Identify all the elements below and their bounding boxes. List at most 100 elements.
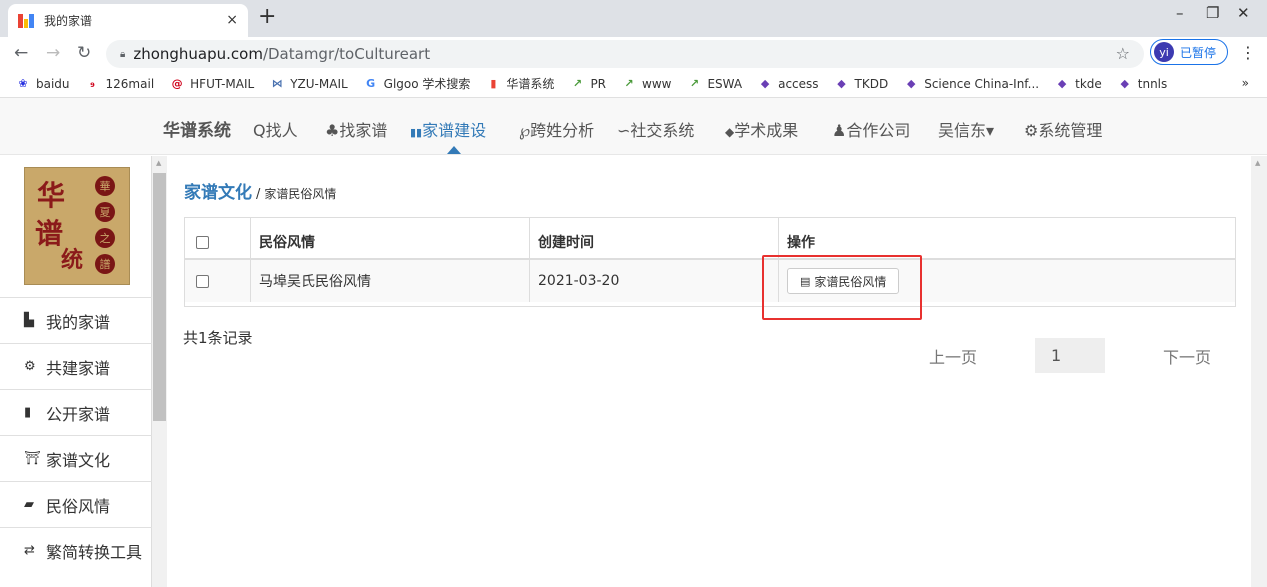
- glgoo-icon: G: [366, 77, 376, 90]
- paw-icon: ❀: [18, 77, 28, 90]
- nav-user-dropdown[interactable]: 吴信东▾: [938, 117, 994, 141]
- close-tab-icon[interactable]: ×: [226, 12, 238, 28]
- site-logo: 华 谱 统 華 夏 之 譜: [24, 167, 130, 285]
- nav-genealogy-build[interactable]: ▮▮家谱建设: [410, 117, 486, 141]
- bookmark-item[interactable]: ↗ www: [622, 77, 671, 91]
- bookmark-label: Science China-Inf...: [924, 76, 1040, 91]
- bookmark-label: tkde: [1075, 76, 1102, 91]
- menu-kebab-icon[interactable]: ⋮: [1240, 43, 1256, 62]
- book-icon: ▮: [24, 405, 32, 420]
- active-nav-indicator: [447, 146, 461, 154]
- bookmark-item[interactable]: ↗ PR: [570, 77, 606, 91]
- scroll-up-icon[interactable]: ▲: [156, 159, 161, 167]
- nav-academic[interactable]: ◆学术成果: [725, 117, 798, 141]
- row-select-cell: [185, 260, 251, 302]
- users-icon: ♟: [832, 121, 847, 140]
- address-bar-row: ← → ↻ 🔒︎ zhonghuapu.com /Datamgr/toCultu…: [0, 37, 1267, 70]
- browser-tab[interactable]: 我的家谱 ×: [8, 4, 248, 37]
- bookmark-item[interactable]: ⋈ YZU-MAIL: [270, 77, 348, 91]
- sidebar-item-public[interactable]: ▮ 公开家谱: [0, 389, 152, 435]
- sidebar-item-folk-custom[interactable]: ▰ 民俗风情: [0, 481, 152, 527]
- file-icon: ▙: [24, 313, 34, 328]
- search-icon: Q: [253, 121, 266, 140]
- institution-icon: ⛩: [24, 451, 41, 466]
- bookmarks-bar: ❀ baidu ₉ 126mail @ HFUT-MAIL ⋈ YZU-MAIL G Glgoo …: [0, 70, 1267, 98]
- scrollbar-thumb[interactable]: [153, 173, 166, 421]
- sidebar-item-convert-tool[interactable]: ⇄ 繁简转换工具: [0, 527, 152, 573]
- gears-icon: ⚙: [1024, 121, 1039, 140]
- sidebar-item-co-build[interactable]: ⚙ 共建家谱: [0, 343, 152, 389]
- graduation-icon: ◆: [725, 125, 735, 139]
- bookmark-item[interactable]: G Glgoo 学术搜索: [364, 75, 470, 92]
- bookmark-label: TKDD: [854, 76, 889, 91]
- profile-button[interactable]: yi 已暂停: [1150, 39, 1228, 65]
- nav-find-person[interactable]: Q找人: [253, 117, 298, 141]
- bookmark-star-icon[interactable]: ☆: [1116, 44, 1130, 63]
- column-header: 创建时间: [530, 218, 779, 258]
- nav-cross-surname[interactable]: ℘跨姓分析: [519, 117, 594, 141]
- custom-name-cell: 马埠吴氏民俗风情: [251, 260, 530, 302]
- table-header-row: 民俗风情 创建时间 操作: [185, 218, 1235, 260]
- new-tab-button[interactable]: +: [258, 4, 276, 29]
- sidebar: 华 谱 统 華 夏 之 譜 ▙ 我的家谱 ⚙ 共建家谱 ▮ 公开家谱 ⛩ 家谱文化 ▰ 民…: [0, 156, 152, 587]
- back-icon[interactable]: ←: [14, 43, 28, 63]
- bookmark-item[interactable]: ▮ 华谱系统: [486, 75, 554, 92]
- sidebar-scrollbar[interactable]: ▲: [152, 156, 167, 587]
- forward-icon[interactable]: →: [46, 43, 60, 63]
- bookmark-label: ESWA: [707, 76, 743, 91]
- prev-page-button[interactable]: 上一页: [929, 338, 977, 373]
- bookmark-item[interactable]: @ HFUT-MAIL: [170, 76, 255, 91]
- breadcrumb-section[interactable]: 家谱文化: [184, 183, 252, 203]
- caret-down-icon: ▾: [986, 121, 995, 140]
- table-row: 马埠吴氏民俗风情 2021-03-20 ▤ 家谱民俗风情: [185, 260, 1235, 302]
- nav-system-admin[interactable]: ⚙系统管理: [1024, 117, 1102, 141]
- nav-social[interactable]: ∽社交系统: [617, 117, 694, 141]
- link-icon: ∽: [617, 121, 631, 140]
- bookmark-item[interactable]: ❀ baidu: [16, 77, 69, 91]
- highlight-annotation-box: [762, 255, 922, 320]
- sidebar-item-culture[interactable]: ⛩ 家谱文化: [0, 435, 152, 481]
- column-header: 民俗风情: [251, 218, 530, 258]
- tab-title: 我的家谱: [44, 14, 93, 28]
- page-scrollbar[interactable]: ▲: [1251, 156, 1267, 587]
- sidebar-item-my-genealogy[interactable]: ▙ 我的家谱: [0, 297, 152, 343]
- bookmark-label: 126mail: [105, 76, 155, 91]
- restore-icon[interactable]: ❐: [1206, 4, 1219, 22]
- bookmark-item[interactable]: ◆ tkde: [1055, 77, 1102, 91]
- more-bookmarks-icon[interactable]: »: [1242, 76, 1249, 90]
- breadcrumb: 家谱文化 / 家谱民俗风情: [184, 183, 337, 203]
- hex-icon: ◆: [837, 77, 846, 90]
- avatar: yi: [1154, 42, 1174, 62]
- close-window-icon[interactable]: ✕: [1237, 4, 1250, 22]
- bookmark-label: HFUT-MAIL: [190, 76, 255, 91]
- bookmark-item[interactable]: ↗ ESWA: [687, 77, 742, 91]
- bookmark-item[interactable]: ₉ 126mail: [86, 76, 155, 91]
- nav-partners[interactable]: ♟合作公司: [832, 117, 910, 141]
- reload-icon[interactable]: ↻: [77, 43, 91, 63]
- exchange-icon: ⇄: [24, 543, 35, 558]
- huapu-icon: ▮: [490, 77, 497, 90]
- mail-126-icon: ₉: [90, 77, 95, 90]
- yzu-mail-icon: ⋈: [271, 77, 283, 90]
- hex-icon: ◆: [906, 77, 916, 90]
- next-page-button[interactable]: 下一页: [1163, 338, 1211, 373]
- scroll-up-icon[interactable]: ▲: [1255, 159, 1260, 167]
- site-navbar: 华谱系统 Q找人 ♣找家谱 ▮▮家谱建设 ℘跨姓分析 ∽社交系统 ◆学术成果 ♟…: [0, 98, 1267, 155]
- gears-icon: ⚙: [24, 359, 36, 374]
- current-page-button[interactable]: 1: [1035, 338, 1105, 373]
- row-checkbox[interactable]: [196, 274, 209, 288]
- bookmark-item[interactable]: ◆ tnnls: [1118, 77, 1168, 91]
- brand-logo-text[interactable]: 华谱系统: [163, 116, 231, 141]
- bookmark-label: PR: [590, 76, 607, 91]
- bookmark-label: tnnls: [1137, 76, 1168, 91]
- select-all-checkbox[interactable]: [196, 235, 209, 249]
- breadcrumb-page: 家谱民俗风情: [264, 187, 337, 201]
- url-path: /Datamgr/toCultureart: [262, 45, 431, 63]
- minimize-icon[interactable]: –: [1176, 4, 1184, 22]
- bookmark-label: www: [642, 76, 672, 91]
- nav-find-genealogy[interactable]: ♣找家谱: [325, 117, 387, 141]
- bookmark-item[interactable]: ◆ Science China-Inf...: [904, 77, 1039, 91]
- bookmark-item[interactable]: ◆ TKDD: [835, 76, 889, 91]
- bookmark-item[interactable]: ◆ access: [758, 77, 819, 91]
- url-input[interactable]: 🔒︎ zhonghuapu.com /Datamgr/toCultureart …: [106, 40, 1144, 68]
